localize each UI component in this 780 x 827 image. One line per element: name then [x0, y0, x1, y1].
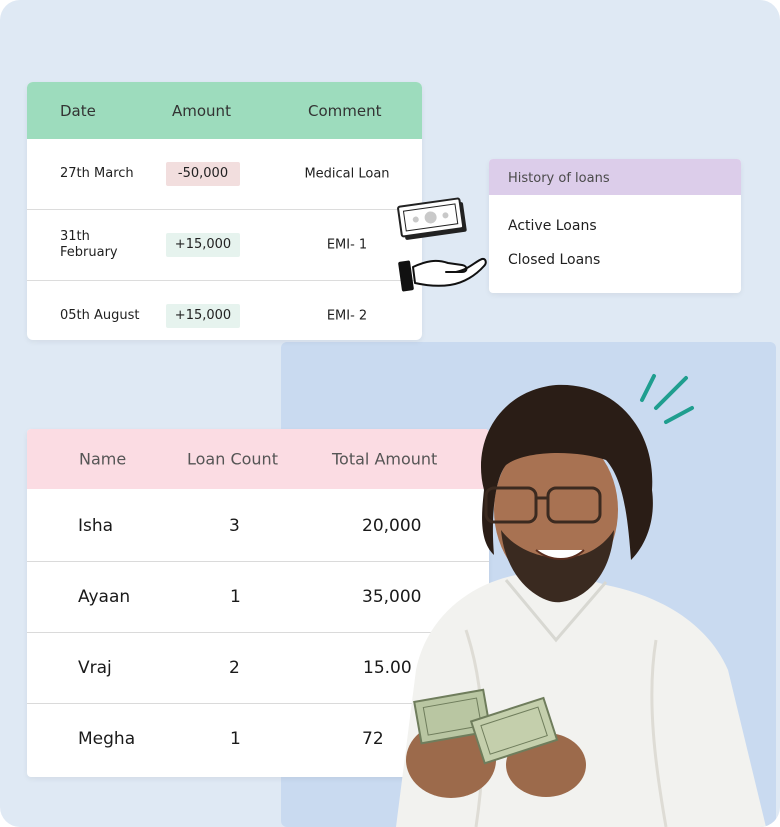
transaction-date: 05th August [60, 308, 140, 323]
smiling-man-with-cash-photo [396, 384, 766, 827]
transaction-date: 31th February [60, 229, 118, 260]
transaction-comment: EMI- 2 [326, 308, 368, 324]
comment-column-header: Comment [308, 101, 382, 120]
loan-count-column-header: Loan Count [187, 449, 278, 469]
borrower-loan-count: 1 [230, 587, 241, 607]
transactions-header-row: Date Amount Comment [27, 82, 422, 139]
transaction-date: 27th March [60, 166, 134, 181]
transaction-amount-badge: +15,000 [166, 304, 240, 328]
transaction-amount-badge: -50,000 [166, 162, 240, 186]
transaction-row[interactable]: 27th March -50,000 Medical Loan [27, 139, 422, 210]
history-title: History of loans [489, 159, 741, 195]
borrower-name: Ayaan [78, 587, 131, 607]
active-loans-link[interactable]: Active Loans [508, 218, 597, 234]
borrower-name: Isha [78, 516, 114, 536]
borrower-name: Vraj [78, 658, 112, 678]
loan-history-card: History of loans Active Loans Closed Loa… [489, 159, 741, 293]
transactions-card: Date Amount Comment 27th March -50,000 M… [27, 82, 422, 340]
amount-column-header: Amount [172, 101, 231, 120]
borrower-name: Megha [78, 729, 136, 749]
transaction-comment: Medical Loan [304, 166, 390, 182]
loan-dashboard-canvas: Date Amount Comment 27th March -50,000 M… [0, 0, 780, 827]
cash-note-icon [397, 197, 467, 240]
transaction-comment: EMI- 1 [326, 237, 368, 253]
name-column-header: Name [79, 449, 127, 469]
open-hand-icon [398, 257, 487, 292]
date-column-header: Date [60, 101, 96, 120]
transaction-amount-badge: +15,000 [166, 233, 240, 257]
borrower-loan-count: 2 [229, 658, 240, 678]
transaction-row[interactable]: 05th August +15,000 EMI- 2 [27, 281, 422, 340]
borrower-loan-count: 3 [229, 516, 240, 536]
transaction-row[interactable]: 31th February +15,000 EMI- 1 [27, 210, 422, 281]
closed-loans-link[interactable]: Closed Loans [508, 252, 600, 268]
borrower-loan-count: 1 [230, 729, 241, 749]
